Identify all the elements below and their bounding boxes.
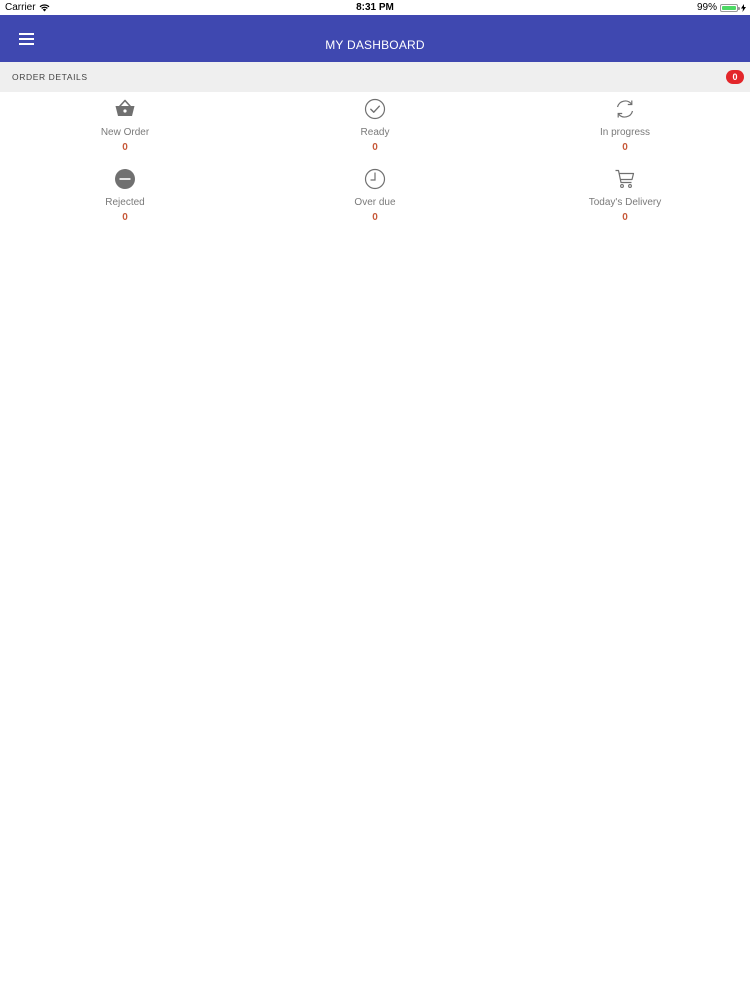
app-bar: MY DASHBOARD [0,15,750,62]
tile-label: Ready [360,127,390,138]
cart-icon [615,169,635,188]
clock-icon [364,168,386,190]
tile-label: New Order [100,127,150,138]
section-title: ORDER DETAILS [12,72,88,82]
page-title: MY DASHBOARD [325,38,425,52]
refresh-icon [616,100,634,118]
battery-percent: 99% [696,2,717,13]
tile-count: 0 [372,212,378,223]
check-circle-icon [364,98,386,120]
tile-new-order[interactable]: New Order 0 [0,96,250,166]
charging-bolt-icon [741,3,746,12]
tile-count: 0 [122,142,128,153]
tile-count: 0 [372,142,378,153]
status-right: 99% [697,0,746,15]
notification-badge[interactable]: 0 [726,70,744,84]
tile-label: Today's Delivery [588,197,662,208]
minus-circle-icon [115,169,135,189]
tile-count: 0 [122,212,128,223]
tile-over-due[interactable]: Over due 0 [250,166,500,236]
battery-icon [720,3,740,12]
order-details-header: ORDER DETAILS 0 [0,62,750,92]
tile-label: In progress [599,127,651,138]
tile-count: 0 [622,212,628,223]
tile-todays-delivery[interactable]: Today's Delivery 0 [500,166,750,236]
tile-label: Over due [354,197,396,208]
tile-ready[interactable]: Ready 0 [250,96,500,166]
tile-in-progress[interactable]: In progress 0 [500,96,750,166]
tile-count: 0 [622,142,628,153]
status-time: 8:31 PM [356,2,394,13]
tile-label: Rejected [105,197,145,208]
tile-rejected[interactable]: Rejected 0 [0,166,250,236]
status-bar: Carrier 8:31 PM 99% [0,0,750,15]
order-status-grid: New Order 0 Ready 0 In progress 0 Reject… [0,96,750,236]
basket-icon [115,99,135,116]
